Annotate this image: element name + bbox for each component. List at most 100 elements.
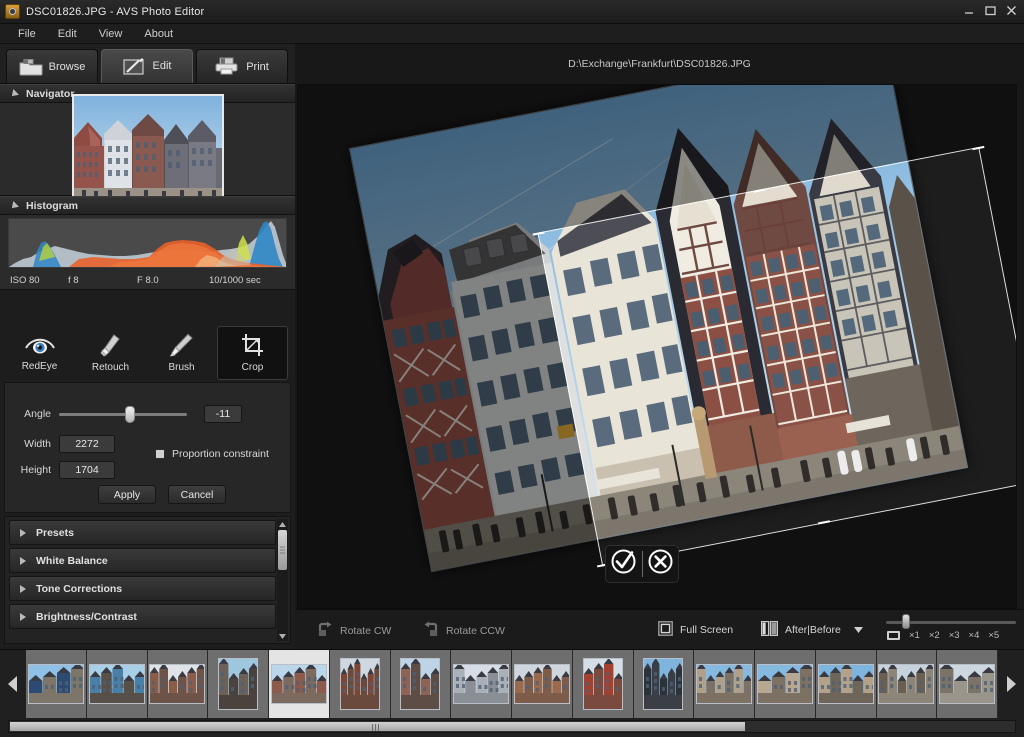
accordion-scrollbar[interactable] <box>277 519 288 641</box>
rotate-cw-button[interactable]: Rotate CW <box>317 621 391 640</box>
tool-retouch[interactable]: Retouch <box>75 326 146 380</box>
filmstrip-thumbnail[interactable] <box>573 650 634 718</box>
zoom-x1[interactable]: ×1 <box>909 630 920 641</box>
height-input[interactable]: 1704 <box>59 461 115 479</box>
crop-decline-button[interactable] <box>642 546 678 582</box>
filmstrip-thumbnail[interactable] <box>694 650 755 718</box>
filmstrip-thumbnail[interactable] <box>755 650 816 718</box>
accordion-item-presets-label: Presets <box>36 527 74 539</box>
exif-iso: ISO 80 <box>10 275 40 286</box>
minimize-icon[interactable] <box>962 2 976 18</box>
width-input[interactable]: 2272 <box>59 435 115 453</box>
zoom-x2[interactable]: ×2 <box>929 630 940 641</box>
decline-cross-icon <box>647 548 674 580</box>
filmstrip-track[interactable] <box>26 650 998 718</box>
chevron-down-icon[interactable] <box>854 624 863 636</box>
tool-button-row: RedEye Retouch <box>4 326 291 380</box>
after-before-button[interactable]: After|Before <box>761 621 863 639</box>
proportion-constraint-checkbox[interactable] <box>155 449 165 459</box>
tool-crop[interactable]: Crop <box>217 326 288 380</box>
menu-edit[interactable]: Edit <box>48 26 87 42</box>
view-toolbar: Rotate CW Rotate CCW Full Screen <box>295 609 1024 649</box>
after-before-label: After|Before <box>785 624 841 636</box>
tool-brush[interactable]: Brush <box>146 326 217 380</box>
histogram-section-header[interactable]: Histogram <box>0 196 295 215</box>
filmstrip-thumbnail[interactable] <box>148 650 209 718</box>
fit-to-window-icon[interactable] <box>887 631 900 640</box>
filmstrip-thumbnail[interactable] <box>877 650 938 718</box>
angle-label: Angle <box>5 408 59 420</box>
zoom-x5[interactable]: ×5 <box>988 630 999 641</box>
zoom-x3[interactable]: ×3 <box>949 630 960 641</box>
crop-handle-top-right[interactable] <box>972 146 984 150</box>
printer-icon <box>215 57 240 76</box>
window-controls <box>962 2 1018 18</box>
after-before-icon <box>761 621 778 639</box>
maximize-icon[interactable] <box>983 2 997 18</box>
scroll-up-icon[interactable] <box>277 519 288 529</box>
accordion-item-presets[interactable]: Presets <box>9 520 276 545</box>
filmstrip-next-button[interactable] <box>998 650 1024 718</box>
angle-slider-handle[interactable] <box>125 406 135 423</box>
thumbnail-image <box>583 658 623 710</box>
accordion-scroll-thumb[interactable] <box>278 530 287 570</box>
exif-shutter: 10/1000 sec <box>209 275 261 286</box>
navigator-panel[interactable] <box>0 103 295 196</box>
full-screen-button[interactable]: Full Screen <box>658 621 733 639</box>
crop-parameters-panel: Angle -11 Width 2272 Height 1704 Proport… <box>4 382 291 513</box>
rotate-ccw-button[interactable]: Rotate CCW <box>423 621 505 640</box>
tab-edit[interactable]: Edit <box>101 49 193 83</box>
cancel-button[interactable]: Cancel <box>168 485 226 504</box>
filmstrip-thumbnail[interactable] <box>391 650 452 718</box>
angle-value-field[interactable]: -11 <box>204 405 242 423</box>
chevron-right-icon <box>20 529 26 537</box>
filmstrip-scroll-thumb[interactable] <box>10 722 745 731</box>
filmstrip-thumbnail[interactable] <box>26 650 87 718</box>
filmstrip-prev-button[interactable] <box>0 650 26 718</box>
zoom-slider-handle[interactable] <box>902 614 910 629</box>
zoom-control: ×1 ×2 ×3 ×4 ×5 <box>883 615 1018 641</box>
close-icon[interactable] <box>1004 2 1018 18</box>
zoom-level-labels: ×1 ×2 ×3 ×4 ×5 <box>883 630 1018 641</box>
accordion-item-brightness-contrast-label: Brightness/Contrast <box>36 611 137 623</box>
angle-slider[interactable] <box>59 413 187 416</box>
crop-accept-button[interactable] <box>606 546 642 582</box>
filmstrip-thumbnail[interactable] <box>87 650 148 718</box>
filmstrip-thumbnail[interactable] <box>512 650 573 718</box>
zoom-x4[interactable]: ×4 <box>969 630 980 641</box>
navigator-thumbnail[interactable] <box>72 94 224 205</box>
photo-image[interactable] <box>350 84 967 571</box>
accordion-item-brightness-contrast[interactable]: Brightness/Contrast <box>9 604 276 629</box>
tab-print[interactable]: Print <box>196 49 288 83</box>
tool-redeye[interactable]: RedEye <box>4 326 75 380</box>
chevron-expanded-icon <box>9 89 19 99</box>
crop-handle-bottom-center[interactable] <box>818 520 830 524</box>
menu-view[interactable]: View <box>89 26 133 42</box>
filmstrip-thumbnail[interactable] <box>269 650 330 718</box>
file-path-bar: D:\Exchange\Frankfurt\DSC01826.JPG <box>295 44 1024 84</box>
tab-browse[interactable]: Browse <box>6 49 98 83</box>
thumbnail-image <box>757 664 813 704</box>
filmstrip-thumbnail[interactable] <box>330 650 391 718</box>
chevron-expanded-icon <box>9 201 19 211</box>
zoom-slider[interactable] <box>886 621 1016 624</box>
apply-button[interactable]: Apply <box>98 485 156 504</box>
filmstrip-thumbnail[interactable] <box>816 650 877 718</box>
accordion-item-white-balance[interactable]: White Balance <box>9 548 276 573</box>
menu-file[interactable]: File <box>8 26 46 42</box>
filmstrip-thumbnail[interactable] <box>208 650 269 718</box>
scroll-down-icon[interactable] <box>277 631 288 641</box>
filmstrip-thumbnail[interactable] <box>634 650 695 718</box>
full-screen-icon <box>658 621 673 639</box>
tool-brush-label: Brush <box>168 362 194 373</box>
tab-edit-label: Edit <box>153 60 172 72</box>
image-canvas[interactable] <box>297 84 1017 609</box>
navigator-title: Navigator <box>26 88 74 100</box>
filmstrip-thumbnail[interactable] <box>451 650 512 718</box>
accordion-item-tone-corrections[interactable]: Tone Corrections <box>9 576 276 601</box>
rotated-photo-wrapper[interactable] <box>350 84 967 571</box>
filmstrip-scrollbar[interactable] <box>8 720 1016 733</box>
menu-about[interactable]: About <box>134 26 183 42</box>
filmstrip-thumbnail[interactable] <box>937 650 998 718</box>
rotate-cw-icon <box>317 621 333 640</box>
